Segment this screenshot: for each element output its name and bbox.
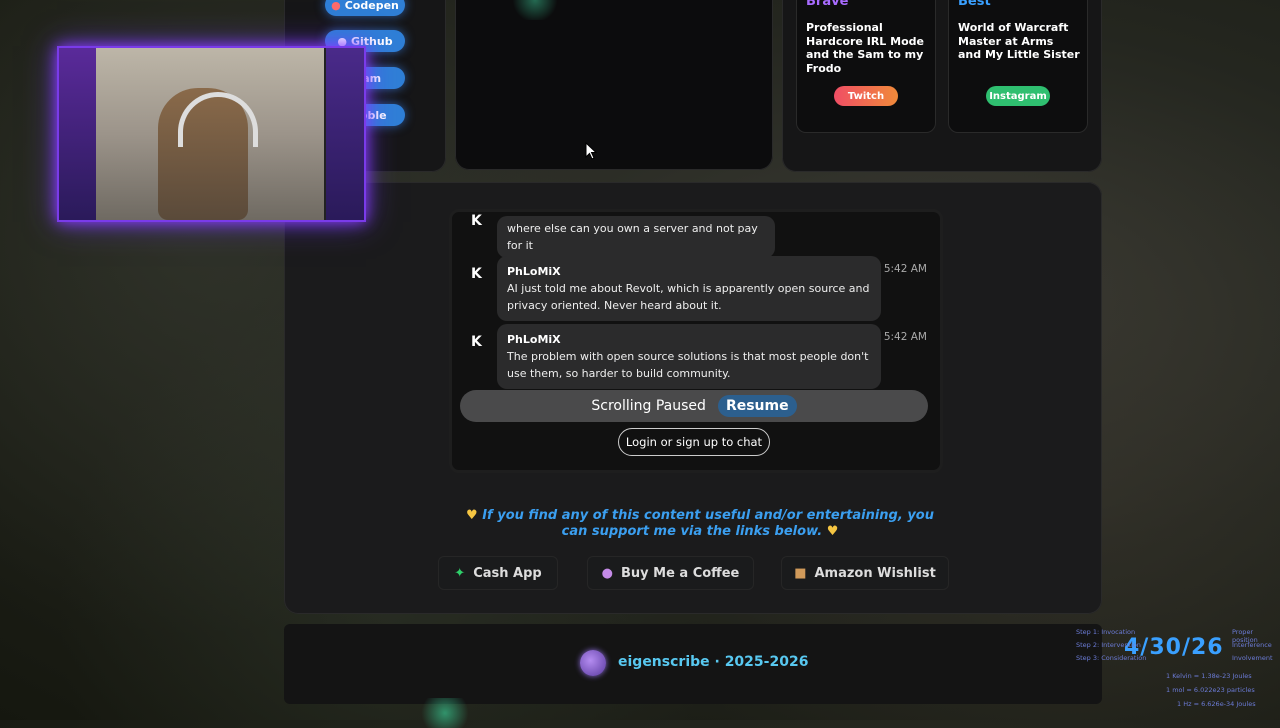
scrolling-paused-label: Scrolling Paused <box>591 398 706 414</box>
chat-username[interactable]: PhLoMiX <box>507 263 871 280</box>
hud-line: 1 Kelvin = 1.38e-23 Joules <box>1166 672 1252 680</box>
support-message: ♥ If you find any of this content useful… <box>466 508 934 539</box>
card-title: Best <box>958 0 991 9</box>
webcam-overlay <box>57 46 366 222</box>
hud-line: Involvement <box>1232 654 1273 662</box>
card-description: Professional Hardcore IRL Mode and the S… <box>806 21 924 75</box>
kick-icon: K <box>471 213 482 229</box>
hud-line: 1 mol = 6.022e23 particles <box>1166 686 1255 694</box>
coffee-icon: ● <box>601 565 613 581</box>
package-icon: ■ <box>794 565 807 581</box>
amazon-wishlist-button[interactable]: ■ Amazon Wishlist <box>781 556 949 590</box>
embed-panel <box>455 0 773 170</box>
kick-icon: K <box>471 266 482 282</box>
codepen-icon: ● <box>331 0 341 12</box>
webcam-bg-left <box>59 48 96 220</box>
yellow-heart-icon: ♥ <box>466 508 478 523</box>
glow-spot <box>415 698 475 728</box>
instagram-button[interactable]: Instagram <box>986 86 1050 106</box>
hud-line: 1 Hz = 6.626e-34 Joules <box>1177 700 1256 708</box>
glow-spot <box>510 0 560 20</box>
chat-bubble: PhLoMiX AI just told me about Revolt, wh… <box>497 256 881 321</box>
chat-text: AI just told me about Revolt, which is a… <box>507 282 870 312</box>
chat-text: The problem with open source solutions i… <box>507 350 869 380</box>
twitch-button[interactable]: Twitch <box>834 86 898 106</box>
hud-line: Step 3: Consideration <box>1076 654 1147 662</box>
hud-line: Step 1: Invocation <box>1076 628 1136 636</box>
webcam-feed <box>96 48 324 220</box>
chat-username[interactable]: PhLoMiX <box>507 331 871 348</box>
hud-line: Step 2: Intervention <box>1076 641 1141 649</box>
card-title: Brave <box>806 0 849 9</box>
codepen-link[interactable]: ● Codepen <box>325 0 405 16</box>
cash-app-icon: ✦ <box>454 565 466 581</box>
card-brave: Brave Professional Hardcore IRL Mode and… <box>796 0 936 133</box>
card-description: World of Warcraft Master at Arms and My … <box>958 21 1080 61</box>
webcam-bg-right <box>326 48 364 220</box>
footer-copyright: eigenscribe · 2025-2026 <box>618 654 809 670</box>
card-best: Best World of Warcraft Master at Arms an… <box>948 0 1088 133</box>
resume-button[interactable]: Resume <box>717 395 797 417</box>
yellow-heart-icon: ♥ <box>826 524 839 539</box>
scrolling-paused-bar: Scrolling Paused Resume <box>460 390 928 422</box>
login-button[interactable]: Login or sign up to chat <box>618 428 770 456</box>
cash-app-button[interactable]: ✦ Cash App <box>438 556 558 590</box>
mouse-cursor-icon <box>585 142 597 160</box>
chat-timestamp: 5:42 AM <box>883 331 927 343</box>
chat-timestamp: 5:42 AM <box>883 263 927 275</box>
buy-me-a-coffee-button[interactable]: ● Buy Me a Coffee <box>587 556 754 590</box>
footer-logo-icon <box>580 650 606 676</box>
kick-icon: K <box>471 334 482 350</box>
hud-line: Interference <box>1232 641 1272 649</box>
chat-embed: K where else can you own a server and no… <box>449 209 943 473</box>
chat-bubble: PhLoMiX The problem with open source sol… <box>497 324 881 389</box>
chat-bubble: where else can you own a server and not … <box>497 216 775 258</box>
